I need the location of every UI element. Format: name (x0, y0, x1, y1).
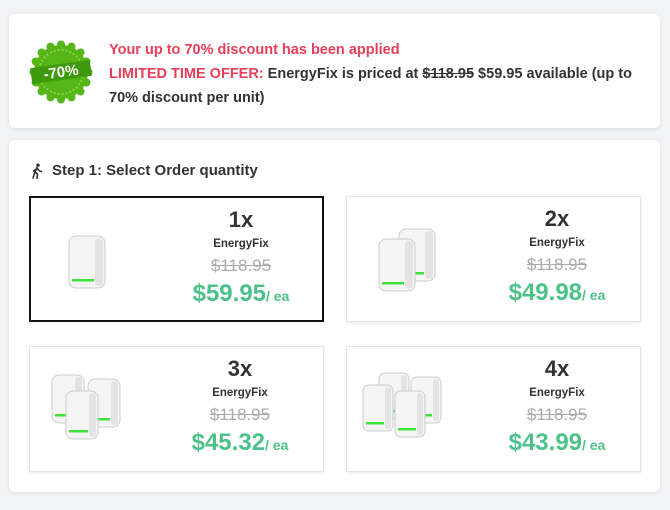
option-price-row: $59.95/ ea (161, 280, 321, 308)
option-info: 1x EnergyFix $118.95 $59.95/ ea (161, 206, 321, 308)
option-per-unit: / ea (265, 437, 289, 453)
step-title: Step 1: Select Order quantity (29, 162, 258, 179)
product-image-3 (51, 374, 121, 440)
quantity-option-3[interactable]: 3x EnergyFix $118.95 $45.32/ ea (29, 346, 324, 472)
option-price: $49.98 (508, 279, 583, 306)
option-product-name: EnergyFix (529, 237, 585, 249)
step-title-text: Step 1: Select Order quantity (52, 162, 258, 179)
offer-old-price: $118.95 (422, 66, 475, 82)
option-per-unit: / ea (582, 437, 606, 453)
quantity-option-4[interactable]: 4x EnergyFix $118.95 $43.99/ ea (346, 346, 641, 472)
option-per-unit: / ea (266, 288, 290, 304)
option-info: 2x EnergyFix $118.95 $49.98/ ea (477, 205, 637, 307)
quantity-option-1[interactable]: 1x EnergyFix $118.95 $59.95/ ea (29, 196, 324, 322)
option-info: 3x EnergyFix $118.95 $45.32/ ea (160, 355, 320, 457)
banner-text: Your up to 70% discount has been applied… (109, 38, 639, 110)
offer-label: LIMITED TIME OFFER: (109, 66, 264, 82)
quantity-panel: Step 1: Select Order quantity 1x EnergyF… (9, 140, 660, 492)
option-old-price: $118.95 (210, 256, 272, 275)
option-old-price: $118.95 (209, 405, 271, 424)
option-price: $45.32 (191, 429, 266, 456)
product-image-2 (378, 228, 436, 292)
option-info: 4x EnergyFix $118.95 $43.99/ ea (477, 355, 637, 457)
option-price: $43.99 (508, 429, 583, 456)
offer-text: EnergyFix is priced at (263, 66, 423, 82)
option-product-name: EnergyFix (213, 238, 269, 250)
product-image-1 (68, 235, 106, 289)
banner-offer: LIMITED TIME OFFER: EnergyFix is priced … (109, 62, 639, 110)
option-price: $59.95 (192, 280, 267, 307)
banner-headline: Your up to 70% discount has been applied (109, 42, 400, 58)
option-qty: 3x (227, 356, 253, 381)
option-price-row: $45.32/ ea (160, 429, 320, 457)
discount-seal-icon: -70% (29, 40, 93, 104)
option-per-unit: / ea (582, 287, 606, 303)
discount-banner: -70% Your up to 70% discount has been ap… (9, 14, 660, 128)
option-old-price: $118.95 (526, 405, 588, 424)
walking-person-icon (32, 163, 43, 179)
option-old-price: $118.95 (526, 255, 588, 274)
option-product-name: EnergyFix (212, 387, 268, 399)
option-qty: 2x (544, 206, 570, 231)
option-price-row: $49.98/ ea (477, 279, 637, 307)
option-product-name: EnergyFix (529, 387, 585, 399)
quantity-option-2[interactable]: 2x EnergyFix $118.95 $49.98/ ea (346, 196, 641, 322)
option-price-row: $43.99/ ea (477, 429, 637, 457)
option-qty: 1x (228, 207, 254, 232)
product-image-4 (362, 372, 442, 438)
option-qty: 4x (544, 356, 570, 381)
